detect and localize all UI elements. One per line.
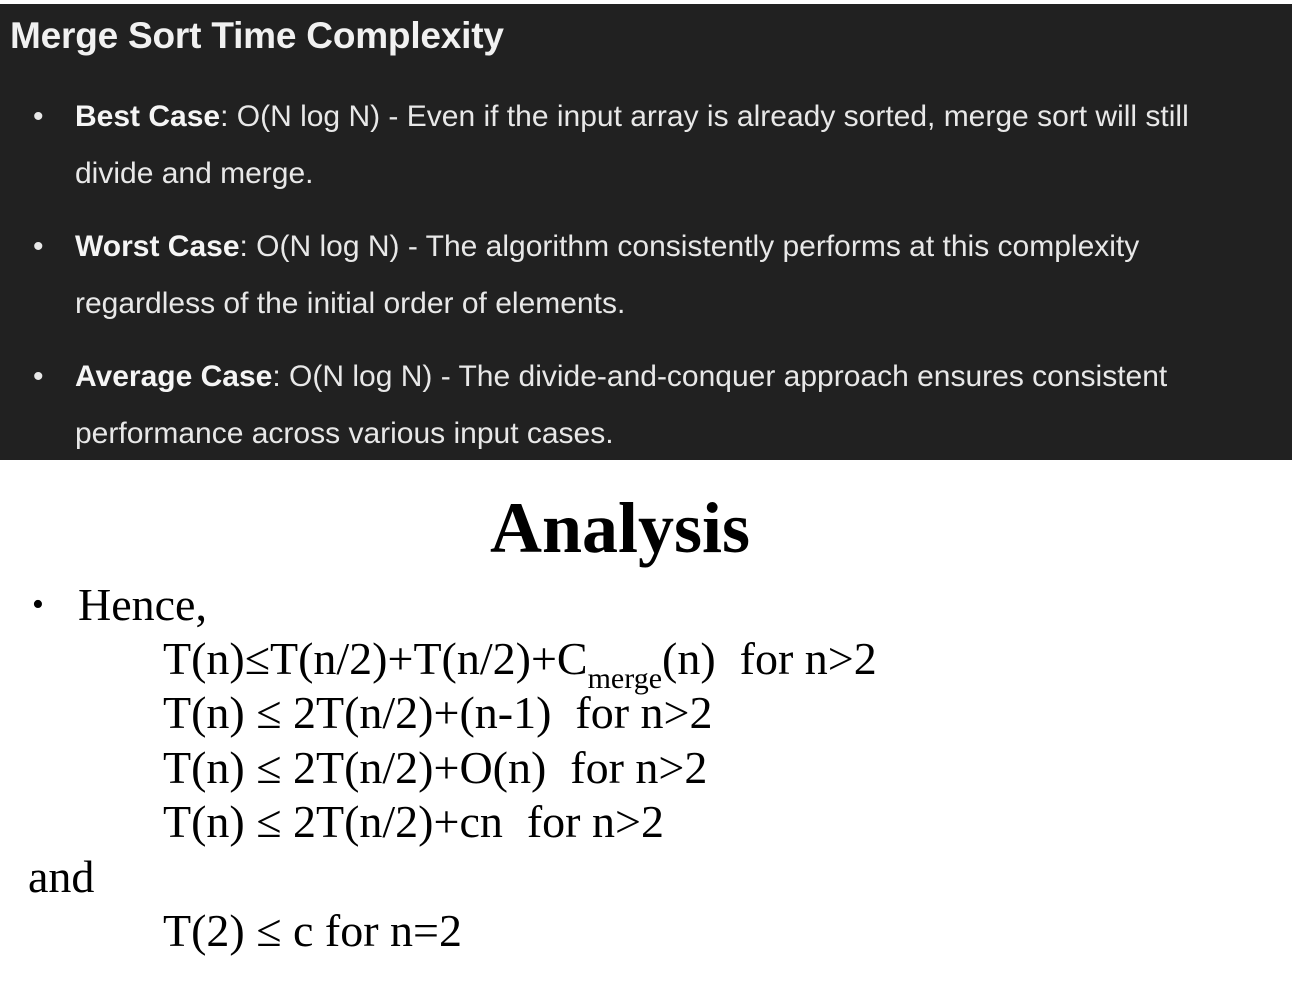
bullet-icon: • xyxy=(33,230,44,263)
list-item-best-case: • Best Case: O(N log N) - Even if the in… xyxy=(0,88,1215,202)
equation-1: T(n)≤T(n/2)+T(n/2)+Cmerge(n) for n>2 xyxy=(163,632,877,694)
intro-text: Hence, xyxy=(78,579,207,630)
equation-4: T(n) ≤ 2T(n/2)+cn for n>2 xyxy=(163,795,664,849)
list-item-worst-case: • Worst Case: O(N log N) - The algorithm… xyxy=(0,218,1215,332)
panel-title: Merge Sort Time Complexity xyxy=(10,15,504,56)
equation-expr: T(n) ≤ 2T(n/2)+(n-1) xyxy=(163,687,552,738)
base-case-equation: T(2) ≤ c for n=2 xyxy=(163,904,462,958)
bullet-icon: • xyxy=(33,100,44,133)
case-term: Worst Case xyxy=(75,230,240,263)
list-item-average-case: • Average Case: O(N log N) - The divide-… xyxy=(0,348,1215,462)
equation-condition: for n>2 xyxy=(575,687,713,738)
equation-expr: T(2) ≤ c xyxy=(163,905,314,956)
equation-condition: for n>2 xyxy=(526,796,664,847)
equation-condition: for n=2 xyxy=(324,905,462,956)
equation-condition: for n>2 xyxy=(739,633,877,684)
case-term: Average Case xyxy=(75,360,273,393)
equation-rest: (n) xyxy=(662,633,716,684)
equation-2: T(n) ≤ 2T(n/2)+(n-1) for n>2 xyxy=(163,686,713,740)
analysis-slide: Analysis • Hence, T(n)≤T(n/2)+T(n/2)+Cmer… xyxy=(0,460,1298,994)
and-label: and xyxy=(28,851,95,902)
equation-condition: for n>2 xyxy=(570,742,708,793)
slide-title: Analysis xyxy=(489,488,751,568)
equation-expr: T(n) ≤ 2T(n/2)+cn xyxy=(163,796,503,847)
bullet-icon: • xyxy=(33,360,44,393)
equation-expr: T(n) ≤ 2T(n/2)+O(n) xyxy=(163,742,547,793)
equation-3: T(n) ≤ 2T(n/2)+O(n) for n>2 xyxy=(163,741,707,795)
bullet-icon: • xyxy=(32,586,44,623)
complexity-panel: Merge Sort Time Complexity • Best Case: … xyxy=(0,4,1292,460)
case-description: : O(N log N) - Even if the input array i… xyxy=(75,100,1189,190)
equation-lhs: T(n)≤T(n/2)+T(n/2)+C xyxy=(163,633,588,684)
case-list: • Best Case: O(N log N) - Even if the in… xyxy=(0,88,1215,478)
intro-bullet: • Hence, xyxy=(32,578,207,632)
case-term: Best Case xyxy=(75,100,221,133)
